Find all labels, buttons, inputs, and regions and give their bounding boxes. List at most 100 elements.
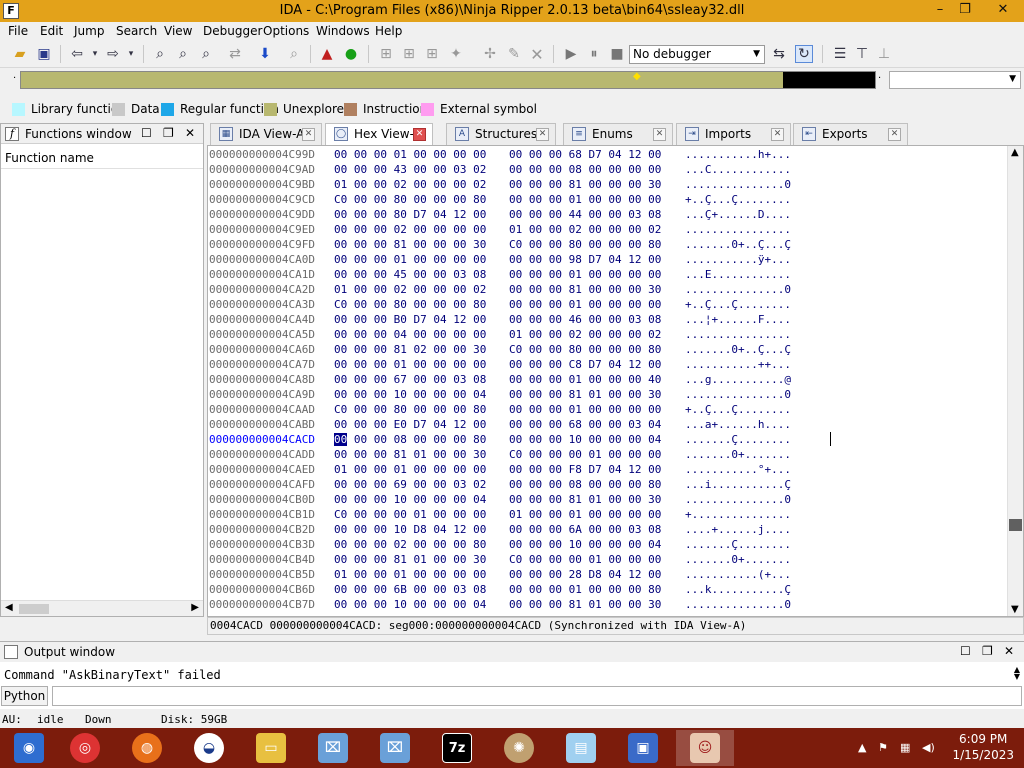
hex-row[interactable]: 000000000004CABD 00 00 00 E0 D7 04 12 00 0… xyxy=(208,418,1008,433)
hex-row[interactable]: 000000000004C9ED 00 00 00 02 00 00 00 00 0… xyxy=(208,223,1008,238)
output-scroll-arrows[interactable]: ▲ ▼ xyxy=(1014,666,1020,681)
hex-row-ascii[interactable]: ...............0 xyxy=(685,388,791,401)
tab-imports[interactable]: ⇥ Imports ✕ xyxy=(676,123,791,145)
hex-row-ascii[interactable]: .......Ç........ xyxy=(685,433,791,446)
pause-icon[interactable]: ⏸ xyxy=(585,45,603,63)
segment-select[interactable]: ▼ xyxy=(889,71,1021,89)
forward-arrow-icon[interactable]: ⇨ xyxy=(104,45,122,63)
hex-row-ascii[interactable]: ...¦+......F.... xyxy=(685,313,791,326)
hex-row[interactable]: 000000000004CB0D 00 00 00 10 00 00 00 04 0… xyxy=(208,493,1008,508)
taskbar-app-7[interactable]: ⌧ xyxy=(366,730,424,766)
hex-row-ascii[interactable]: ...a+......h.... xyxy=(685,418,791,431)
taskbar-notepad[interactable]: ▤ xyxy=(552,730,610,766)
hex-row[interactable]: 000000000004CA7D 00 00 00 01 00 00 00 00 0… xyxy=(208,358,1008,373)
open-folder-icon[interactable]: ▰ xyxy=(11,45,29,63)
hex-row-bytes-low[interactable]: 01 00 00 02 00 00 00 02 xyxy=(334,178,486,191)
play-icon[interactable]: ▶ xyxy=(562,45,580,63)
hex-row-bytes-high[interactable]: 00 00 00 6A 00 00 03 08 xyxy=(509,523,661,536)
hex-row-bytes-high[interactable]: 00 00 00 81 01 00 00 30 xyxy=(509,598,661,611)
hex-row[interactable]: 000000000004CB4D 00 00 00 81 01 00 00 30 C… xyxy=(208,553,1008,568)
save-icon[interactable]: ▣ xyxy=(35,45,53,63)
volume-icon[interactable]: ◀) xyxy=(922,741,935,754)
hex-row-bytes-low[interactable]: 00 00 00 45 00 00 03 08 xyxy=(334,268,486,281)
hex-row-bytes-high[interactable]: C0 00 00 80 00 00 00 80 xyxy=(509,238,661,251)
scroll-thumb[interactable] xyxy=(19,604,49,614)
hex-cursor-byte[interactable]: 00 xyxy=(334,433,348,446)
menu-file[interactable]: File xyxy=(8,24,28,38)
hex-row-current[interactable]: 000000000004CACD 00 00 00 08 00 00 00 80 0… xyxy=(208,433,1008,448)
tree-delete-icon[interactable]: ⊥ xyxy=(875,45,893,63)
hex-row-bytes-high[interactable]: 01 00 00 02 00 00 00 02 xyxy=(509,223,661,236)
menu-options[interactable]: Options xyxy=(263,24,309,38)
hex-row-bytes-low[interactable]: C0 00 00 00 01 00 00 00 xyxy=(334,508,486,521)
tab-structures[interactable]: A Structures ✕ xyxy=(446,123,556,145)
menu-help[interactable]: Help xyxy=(375,24,402,38)
menu-jump[interactable]: Jump xyxy=(74,24,104,38)
hex-row-bytes-low[interactable]: 00 00 00 81 00 00 00 30 xyxy=(334,238,486,251)
hex-row-bytes-high[interactable]: 00 00 00 08 00 00 00 00 xyxy=(509,163,661,176)
restore-icon[interactable]: ❐ xyxy=(982,644,993,658)
hex-row-bytes-high[interactable]: 00 00 00 01 00 00 00 00 xyxy=(509,403,661,416)
delete-icon[interactable]: ✕ xyxy=(528,45,546,64)
hex-row[interactable]: 000000000004CA1D 00 00 00 45 00 00 03 08 0… xyxy=(208,268,1008,283)
search-next-icon[interactable]: ⇄ xyxy=(226,45,244,63)
hex-row-ascii[interactable]: ...........ÿ+... xyxy=(685,253,791,266)
hex-row-bytes-low[interactable]: 01 00 00 01 00 00 00 00 xyxy=(334,568,486,581)
taskbar-app-1[interactable]: ◉ xyxy=(0,730,58,766)
binoculars-imm-icon[interactable]: ⌕ xyxy=(197,45,215,63)
debug-option-icon[interactable]: ⇆ xyxy=(770,45,788,63)
scroll-thumb[interactable] xyxy=(1009,519,1022,531)
float-icon[interactable]: ☐ xyxy=(141,126,152,140)
hex-row-bytes-high[interactable]: 00 00 00 01 00 00 00 00 xyxy=(509,268,661,281)
hex-row-bytes-high[interactable]: 00 00 00 10 00 00 00 04 xyxy=(509,433,661,446)
tab-enums[interactable]: ≡ Enums ✕ xyxy=(563,123,673,145)
hex-row-bytes-high[interactable]: 00 00 00 68 D7 04 12 00 xyxy=(509,148,661,161)
menu-edit[interactable]: Edit xyxy=(40,24,63,38)
close-icon[interactable]: ✕ xyxy=(771,128,784,141)
hex-row[interactable]: 000000000004CAFD 00 00 00 69 00 00 03 02 0… xyxy=(208,478,1008,493)
hex-row[interactable]: 000000000004C9CD C0 00 00 80 00 00 00 80 0… xyxy=(208,193,1008,208)
taskbar-firefox[interactable]: ◍ xyxy=(118,730,176,766)
taskbar-ida[interactable]: ☺ xyxy=(676,730,734,766)
hex-row-bytes-high[interactable]: 00 00 00 C8 D7 04 12 00 xyxy=(509,358,661,371)
debugger-select[interactable]: No debugger ▼ xyxy=(629,45,765,64)
hex-row-bytes-low[interactable]: 00 00 00 43 00 00 03 02 xyxy=(334,163,486,176)
hex-row-bytes-high[interactable]: 00 00 00 01 00 00 00 00 xyxy=(509,298,661,311)
hex-row-bytes-low[interactable]: 00 00 00 6B 00 00 03 08 xyxy=(334,583,486,596)
hex-row-bytes-low[interactable]: 00 00 00 01 00 00 00 00 xyxy=(334,253,486,266)
hex-row[interactable]: 000000000004C9FD 00 00 00 81 00 00 00 30 C… xyxy=(208,238,1008,253)
hex-row[interactable]: 000000000004CB5D 01 00 00 01 00 00 00 00 0… xyxy=(208,568,1008,583)
hex-row-ascii[interactable]: .......0+..Ç...Ç xyxy=(685,238,791,251)
hex-row-ascii[interactable]: .......0+....... xyxy=(685,448,791,461)
hex-row-ascii[interactable]: ...........h+... xyxy=(685,148,791,161)
tab-ida-view-a[interactable]: ▦ IDA View-A ✕ xyxy=(210,123,322,145)
hex-row-ascii[interactable]: ...k...........Ç xyxy=(685,583,791,596)
stop-icon[interactable]: ■ xyxy=(608,45,626,63)
hex-row[interactable]: 000000000004CA0D 00 00 00 01 00 00 00 00 0… xyxy=(208,253,1008,268)
warning-triangle-icon[interactable]: ▲ xyxy=(318,45,336,63)
taskbar-explorer[interactable]: ▭ xyxy=(242,730,300,766)
hex-row-bytes-high[interactable]: C0 00 00 00 01 00 00 00 xyxy=(509,553,661,566)
hex-row[interactable]: 000000000004CA2D 01 00 00 02 00 00 00 02 0… xyxy=(208,283,1008,298)
hex-row[interactable]: 000000000004C9DD 00 00 00 80 D7 04 12 00 0… xyxy=(208,208,1008,223)
hex-row-ascii[interactable]: ...Ç+......D.... xyxy=(685,208,791,221)
hex-row-ascii[interactable]: ................ xyxy=(685,223,791,236)
hex-row-bytes-high[interactable]: 01 00 00 01 00 00 00 00 xyxy=(509,508,661,521)
hex-row[interactable]: 000000000004C9AD 00 00 00 43 00 00 03 02 0… xyxy=(208,163,1008,178)
hex-row-bytes-low[interactable]: 00 00 00 01 00 00 00 00 xyxy=(334,358,486,371)
hex-row[interactable]: 000000000004CA6D 00 00 00 81 02 00 00 30 C… xyxy=(208,343,1008,358)
hex-row-bytes-low[interactable]: 00 00 00 10 00 00 00 04 xyxy=(334,493,486,506)
hex-row[interactable]: 000000000004CB6D 00 00 00 6B 00 00 03 08 0… xyxy=(208,583,1008,598)
forward-dropdown-icon[interactable]: ▾ xyxy=(122,45,140,63)
tab-exports[interactable]: ⇤ Exports ✕ xyxy=(793,123,908,145)
maximize-button[interactable]: ❐ xyxy=(950,0,980,22)
hex-row-bytes-high[interactable]: 01 00 00 02 00 00 00 02 xyxy=(509,328,661,341)
taskbar-app-6[interactable]: ⌧ xyxy=(304,730,362,766)
hex-row[interactable]: 000000000004C9BD 01 00 00 02 00 00 00 02 0… xyxy=(208,178,1008,193)
hex-row-bytes-low[interactable]: C0 00 00 80 00 00 00 80 xyxy=(334,193,486,206)
add-icon-1[interactable]: ⊞ xyxy=(377,45,395,63)
hex-row-ascii[interactable]: ................ xyxy=(685,328,791,341)
hex-row[interactable]: 000000000004CA9D 00 00 00 10 00 00 00 04 0… xyxy=(208,388,1008,403)
hex-row-ascii[interactable]: ...............0 xyxy=(685,178,791,191)
hex-row-bytes-high[interactable]: 00 00 00 81 01 00 00 30 xyxy=(509,493,661,506)
